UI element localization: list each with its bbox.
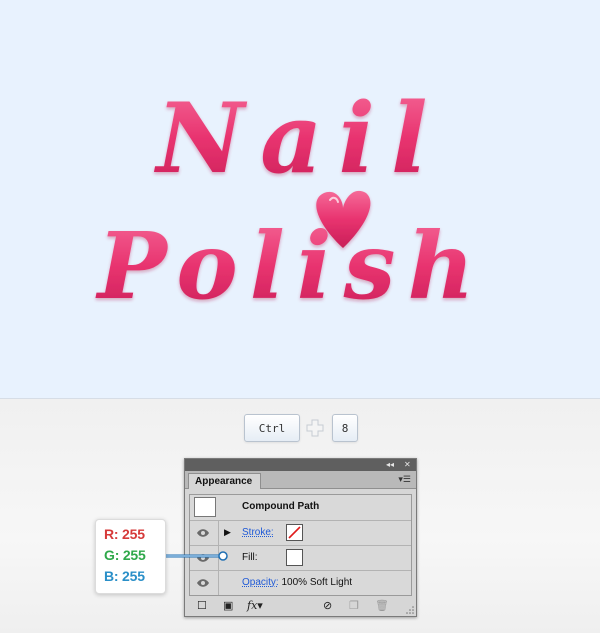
collapse-icon[interactable]: ◂◂ <box>386 460 394 470</box>
object-type-label: Compound Path <box>242 501 320 512</box>
callout-connector <box>164 551 228 561</box>
green-value: G: 255 <box>104 547 146 563</box>
opacity-label[interactable]: Opacity: <box>242 577 279 588</box>
plus-icon <box>306 419 324 437</box>
stroke-row[interactable]: ▶ Stroke: <box>190 521 411 546</box>
tab-appearance[interactable]: Appearance <box>188 473 262 489</box>
artwork-line-1: Nail <box>154 82 444 195</box>
appearance-list: Compound Path ▶ Stroke: Fill: Opacity: 1… <box>189 494 412 596</box>
row-divider <box>218 571 219 595</box>
eight-key: 8 <box>332 414 358 442</box>
delete-icon[interactable]: 🗑 <box>375 599 389 613</box>
close-icon[interactable]: ✕ <box>404 460 411 470</box>
stroke-label[interactable]: Stroke: <box>242 527 274 538</box>
ctrl-key: Ctrl <box>244 414 300 442</box>
lettering-artwork: Nail Polish <box>95 82 487 320</box>
eye-icon[interactable] <box>196 578 210 588</box>
panel-menu-icon[interactable]: ▾☰ <box>398 474 411 485</box>
new-fill-icon[interactable]: ▣ <box>223 599 233 613</box>
panel-titlebar[interactable]: ◂◂ ✕ <box>185 459 416 471</box>
fill-swatch[interactable] <box>286 549 303 566</box>
blue-value: B: 255 <box>104 568 145 584</box>
stroke-swatch[interactable] <box>286 524 303 541</box>
new-stroke-icon[interactable]: ☐ <box>197 599 207 613</box>
row-divider <box>218 521 219 545</box>
opacity-row[interactable]: Opacity: 100% Soft Light <box>190 571 411 595</box>
duplicate-icon[interactable]: ❐ <box>349 599 359 613</box>
red-value: R: 255 <box>104 526 145 542</box>
opacity-value: 100% Soft Light <box>281 577 353 588</box>
artboard: Nail Polish <box>0 0 600 399</box>
panel-bottom-bar: ☐ ▣ fx▾ ⊘ ❐ 🗑 <box>185 596 416 616</box>
opacity-line: Opacity: 100% Soft Light <box>242 577 352 588</box>
eye-icon[interactable] <box>196 528 210 538</box>
object-header-row: Compound Path <box>190 495 411 521</box>
appearance-panel: ◂◂ ✕ Appearance ▾☰ Compound Path ▶ Strok… <box>184 458 417 617</box>
object-thumbnail <box>194 497 216 517</box>
panel-tabstrip: Appearance ▾☰ <box>185 471 416 489</box>
artwork-line-2: Polish <box>95 212 487 320</box>
fill-label: Fill: <box>242 552 258 563</box>
resize-grip-icon[interactable] <box>406 606 414 614</box>
clear-icon[interactable]: ⊘ <box>323 599 332 613</box>
fx-icon[interactable]: fx▾ <box>247 599 263 613</box>
expand-triangle-icon[interactable]: ▶ <box>224 527 231 538</box>
rgb-callout: R: 255 G: 255 B: 255 <box>95 519 166 594</box>
